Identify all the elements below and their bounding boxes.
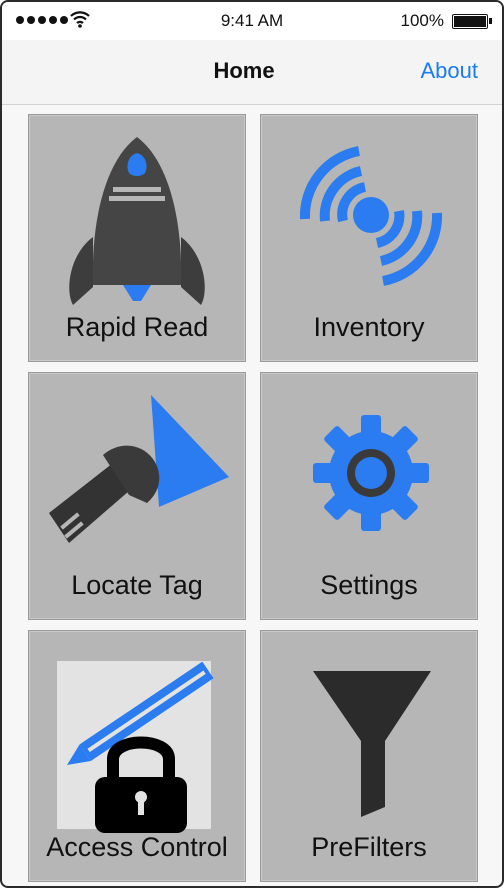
phone-frame: 9:41 AM 100% Home About Rapid Read Inven… [0,0,504,888]
rocket-icon [69,137,205,305]
flashlight-icon [49,395,229,543]
tile-label: Rapid Read [65,312,209,342]
tile-label: PreFilters [311,832,427,862]
tile-label: Inventory [313,312,425,342]
pencil-lock-icon [57,661,214,833]
tile-label: Settings [320,570,418,600]
settings-tile[interactable]: Settings [260,372,478,620]
about-button[interactable]: About [421,58,479,84]
access-control-tile[interactable]: Access Control [28,630,246,882]
battery-percentage: 100% [400,11,444,30]
status-bar: 9:41 AM 100% [2,2,502,40]
battery-icon [452,14,492,29]
tile-label: Access Control [46,832,228,862]
page-title: Home [213,58,275,83]
menu-grid: Rapid Read Inventory Locate Tag Settings… [28,114,478,882]
prefilters-tile[interactable]: PreFilters [260,630,478,882]
gear-icon [313,415,429,531]
navigation-bar: Home About [2,40,502,105]
rapid-read-tile[interactable]: Rapid Read [28,114,246,362]
tile-label: Locate Tag [71,570,203,600]
inventory-tile[interactable]: Inventory [260,114,478,362]
funnel-icon [313,671,431,817]
wireless-signal-icon [299,146,443,286]
locate-tag-tile[interactable]: Locate Tag [28,372,246,620]
